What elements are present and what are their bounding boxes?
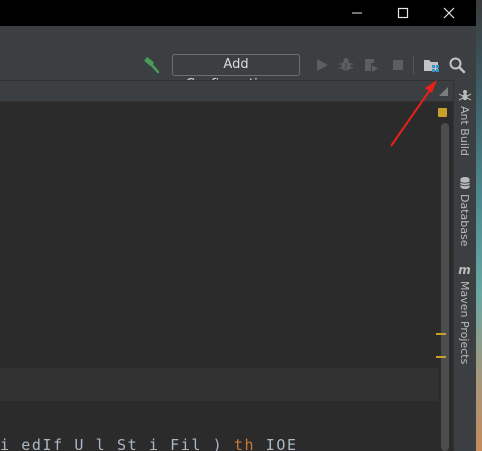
tool-window-maven-projects[interactable]: m Maven Projects [453, 263, 476, 364]
title-bar [0, 0, 476, 26]
maximize-button[interactable] [380, 0, 426, 26]
editor-tabs-dropdown-icon[interactable] [437, 85, 449, 97]
editor-tab-strip [0, 80, 453, 102]
warning-marker[interactable] [436, 356, 446, 358]
vertical-scrollbar[interactable] [441, 123, 449, 451]
tool-window-label: Database [458, 194, 471, 247]
search-icon[interactable] [448, 56, 466, 74]
inspection-status-icon[interactable] [438, 108, 447, 117]
toolbar-divider [413, 56, 414, 74]
debug-icon[interactable] [338, 57, 354, 73]
stop-icon[interactable] [390, 57, 406, 73]
desktop-background [476, 0, 482, 451]
warning-marker[interactable] [436, 333, 446, 335]
maximize-icon [397, 7, 409, 19]
tool-window-ant-build[interactable]: Ant Build [453, 88, 476, 156]
tool-window-label: Ant Build [458, 106, 471, 156]
code-keyword: th [233, 436, 256, 451]
coverage-icon[interactable] [363, 57, 379, 73]
tool-window-label: Maven Projects [458, 281, 471, 365]
ide-window: Add Configuration... i edIf U l St i Fi [0, 0, 482, 451]
close-icon [443, 7, 455, 19]
minimize-button[interactable] [334, 0, 380, 26]
close-button[interactable] [426, 0, 472, 26]
database-icon [459, 177, 470, 189]
maven-icon: m [458, 263, 471, 277]
hammer-icon[interactable] [143, 56, 161, 74]
code-text-tail: IOE [255, 436, 298, 451]
run-configuration-dropdown[interactable]: Add Configuration... [172, 54, 300, 92]
current-line-highlight [0, 368, 438, 401]
ant-icon [458, 90, 471, 101]
run-icon[interactable] [314, 57, 330, 73]
minimize-icon [352, 12, 362, 14]
code-line[interactable]: i edIf U l St i Fil ) th IOE [0, 436, 438, 451]
project-structure-icon[interactable] [423, 57, 441, 73]
code-text: i edIf U l St i Fil ) [0, 436, 234, 451]
tool-window-database[interactable]: Database [453, 176, 476, 247]
